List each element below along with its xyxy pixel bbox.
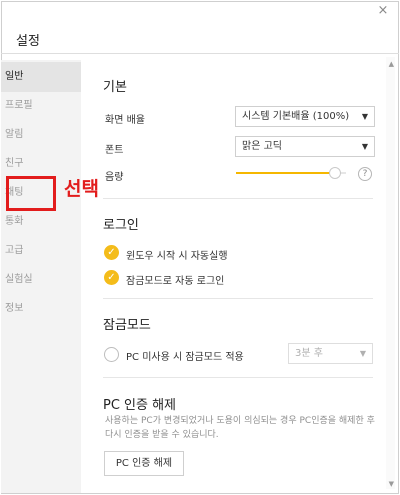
volume-slider-handle[interactable] (329, 167, 341, 179)
sidebar: 일반 프로필 알림 친구 채팅 통화 고급 실험실 정보 (1, 60, 81, 493)
selection-annotation-label: 선택 (64, 178, 99, 200)
section-divider (103, 298, 373, 299)
font-label: 폰트 (105, 145, 124, 156)
sidebar-item-info[interactable]: 정보 (1, 294, 81, 324)
lock-time-value: 3분 후 (295, 348, 323, 359)
screen-scale-value: 시스템 기본배율 (100%) (242, 111, 350, 122)
section-title-pc-auth: PC 인증 해제 (103, 398, 177, 413)
volume-slider-fill (236, 172, 335, 174)
screen-scale-select[interactable]: 시스템 기본배율 (100%) ▼ (235, 106, 375, 127)
lock-time-select[interactable]: 3분 후 ▼ (288, 343, 373, 364)
lock-login-label: 잠금모드로 자동 로그인 (126, 276, 225, 287)
sidebar-item-advanced[interactable]: 고급 (1, 236, 81, 266)
auto-start-label: 윈도우 시작 시 자동실행 (126, 251, 228, 262)
section-title-basic: 기본 (103, 80, 127, 95)
close-icon[interactable]: × (376, 4, 390, 18)
scroll-up-icon[interactable]: ▲ (389, 60, 394, 68)
chevron-down-icon: ▼ (361, 142, 368, 151)
lock-mode-radio[interactable] (104, 347, 119, 362)
sidebar-item-general[interactable]: 일반 (1, 62, 81, 92)
title-divider (1, 53, 399, 54)
sidebar-item-notifications[interactable]: 알림 (1, 120, 81, 150)
selection-highlight-box (6, 176, 56, 211)
sidebar-item-lab[interactable]: 실험실 (1, 265, 81, 295)
sidebar-item-profile[interactable]: 프로필 (1, 91, 81, 121)
volume-slider[interactable] (236, 167, 346, 179)
volume-label: 음량 (105, 172, 124, 183)
help-icon[interactable]: ? (358, 167, 372, 181)
scrollbar[interactable] (386, 57, 395, 489)
lock-mode-label: PC 미사용 시 잠금모드 적용 (126, 352, 244, 363)
pc-auth-description: 사용하는 PC가 변경되었거나 도용이 의심되는 경우 PC인증을 해제한 후 … (105, 416, 375, 440)
font-value: 맑은 고딕 (242, 141, 282, 152)
font-select[interactable]: 맑은 고딕 ▼ (235, 136, 375, 157)
checkbox-lock-login[interactable]: ✓ (104, 270, 119, 285)
section-title-lock-mode: 잠금모드 (103, 318, 151, 333)
section-divider (103, 377, 373, 378)
screen-scale-label: 화면 배율 (105, 115, 145, 126)
chevron-down-icon: ▼ (359, 349, 366, 358)
pc-auth-release-button[interactable]: PC 인증 해제 (104, 451, 184, 476)
sidebar-item-call[interactable]: 통화 (1, 207, 81, 237)
section-title-login: 로그인 (103, 218, 139, 233)
window-title: 설정 (16, 34, 40, 49)
checkbox-auto-start[interactable]: ✓ (104, 245, 119, 260)
scroll-down-icon[interactable]: ▼ (389, 480, 394, 488)
section-divider (103, 198, 373, 199)
chevron-down-icon: ▼ (361, 112, 368, 121)
